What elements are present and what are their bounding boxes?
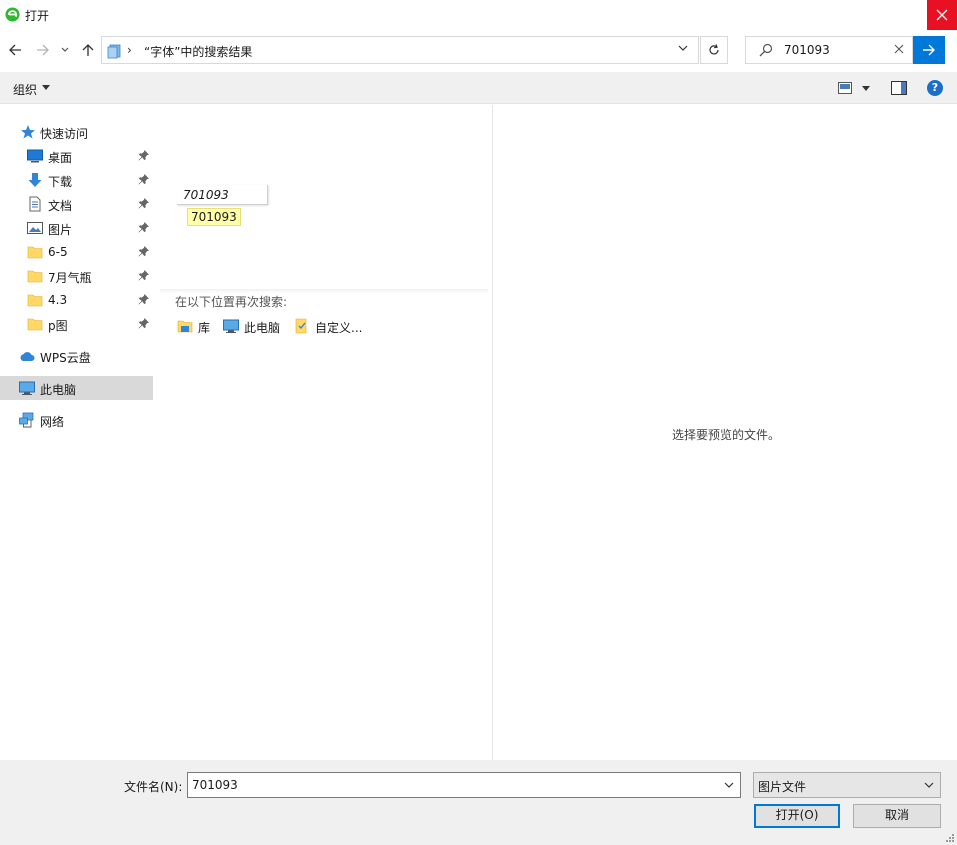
preview-pane-icon[interactable] [891,81,907,95]
library-icon [177,320,193,333]
pin-icon[interactable] [138,222,149,233]
pin-icon[interactable] [138,294,149,305]
sidebar-item-folder-july[interactable]: 7月气瓶 [0,264,153,288]
filename-label: 文件名(N): [124,780,183,794]
sidebar-item-label: 网络 [40,415,65,429]
app-logo-icon [5,7,20,22]
filetype-select[interactable]: 图片文件 [753,772,941,798]
forward-button[interactable] [33,40,53,60]
close-icon[interactable] [894,44,904,54]
chevron-down-icon [61,47,69,52]
search-again-label: 在以下位置再次搜索: [175,295,288,309]
pin-icon[interactable] [138,270,149,281]
document-icon [29,196,41,212]
star-icon [21,125,35,139]
command-bar: 组织 ? [0,72,957,104]
search-go-button[interactable] [913,36,945,64]
arrow-up-icon [82,44,94,56]
sidebar-item-network[interactable]: 网络 [0,408,153,432]
search-result-highlight[interactable]: 701093 [187,208,241,226]
sidebar-item-pictures[interactable]: 图片 [0,216,153,240]
sidebar-item-quick-access[interactable]: 快速访问 [0,120,153,144]
sidebar-item-wps-cloud[interactable]: WPS云盘 [0,344,153,368]
filename-value: 701093 [192,778,238,792]
chevron-down-icon[interactable] [678,44,688,52]
address-path: “字体”中的搜索结果 [144,45,253,59]
computer-icon [223,319,239,333]
sidebar-item-downloads[interactable]: 下载 [0,168,153,192]
filetype-value: 图片文件 [758,780,807,794]
sidebar-item-label: 此电脑 [40,383,77,397]
sidebar-item-label: 图片 [48,223,73,237]
change-view-icon[interactable] [838,82,852,94]
address-separator: › [127,43,132,57]
search-icon [759,43,773,57]
arrow-right-icon [37,44,49,56]
search-input[interactable] [784,42,884,58]
sidebar-item-documents[interactable]: 文档 [0,192,153,216]
sidebar-item-label: 7月气瓶 [48,271,92,285]
caret-down-icon[interactable] [42,85,50,90]
network-icon [19,412,34,428]
sidebar-item-label: 桌面 [48,151,73,165]
computer-icon [19,381,35,395]
search-folder-icon [107,44,121,59]
help-button[interactable]: ? [927,80,943,96]
preview-placeholder: 选择要预览的文件。 [672,428,781,442]
pin-icon[interactable] [138,318,149,329]
cancel-button[interactable]: 取消 [853,804,941,828]
close-icon [936,9,948,21]
desktop-icon [27,149,43,163]
folder-icon [27,246,43,259]
sidebar-item-label: 6-5 [48,245,68,259]
open-button[interactable]: 打开(O) [754,804,840,828]
cloud-icon [20,352,35,361]
folder-icon [27,294,43,307]
address-bar[interactable]: › “字体”中的搜索结果 [101,36,699,64]
sidebar-item-label: 快速访问 [40,127,89,141]
sidebar-item-desktop[interactable]: 桌面 [0,144,153,168]
recent-locations-button[interactable] [58,40,72,60]
resize-grip-icon[interactable] [945,833,955,843]
up-button[interactable] [78,40,98,60]
back-button[interactable] [5,40,25,60]
chevron-down-icon[interactable] [724,782,734,789]
sidebar-item-folder-6-5[interactable]: 6-5 [0,240,153,264]
sidebar-item-label: 文档 [48,199,73,213]
pin-icon[interactable] [138,174,149,185]
sidebar-item-this-pc[interactable]: 此电脑 [0,376,153,400]
folder-icon [27,270,43,283]
pin-icon[interactable] [138,246,149,257]
search-suggestion-card[interactable]: 701093 [177,185,268,205]
arrow-right-icon [923,44,935,56]
pin-icon[interactable] [138,198,149,209]
caret-down-icon[interactable] [862,86,870,91]
folder-icon [27,318,43,331]
location-label: 此电脑 [244,321,281,335]
organize-menu[interactable]: 组织 [13,81,37,98]
title-bar: 打开 [0,0,957,30]
close-button[interactable] [927,0,957,30]
window-title: 打开 [25,9,50,23]
location-label: 自定义... [315,321,363,335]
refresh-icon [709,44,719,55]
sidebar-item-label: p图 [48,319,68,333]
chevron-down-icon [924,782,934,788]
download-icon [28,173,42,187]
location-label: 库 [198,321,211,335]
pin-icon[interactable] [138,150,149,161]
search-suggestion-text: 701093 [183,188,229,202]
sidebar-item-folder-p[interactable]: p图 [0,312,153,336]
sidebar-item-label: WPS云盘 [40,351,91,365]
custom-folder-icon [295,318,307,334]
arrow-left-icon [9,44,21,56]
refresh-button[interactable] [700,36,728,64]
sidebar-item-folder-4-3[interactable]: 4.3 [0,288,153,312]
sidebar-item-label: 4.3 [48,293,68,307]
filename-combobox[interactable]: 701093 [187,772,741,798]
picture-icon [27,222,43,234]
search-box[interactable] [745,36,913,64]
sidebar-item-label: 下载 [48,175,73,189]
